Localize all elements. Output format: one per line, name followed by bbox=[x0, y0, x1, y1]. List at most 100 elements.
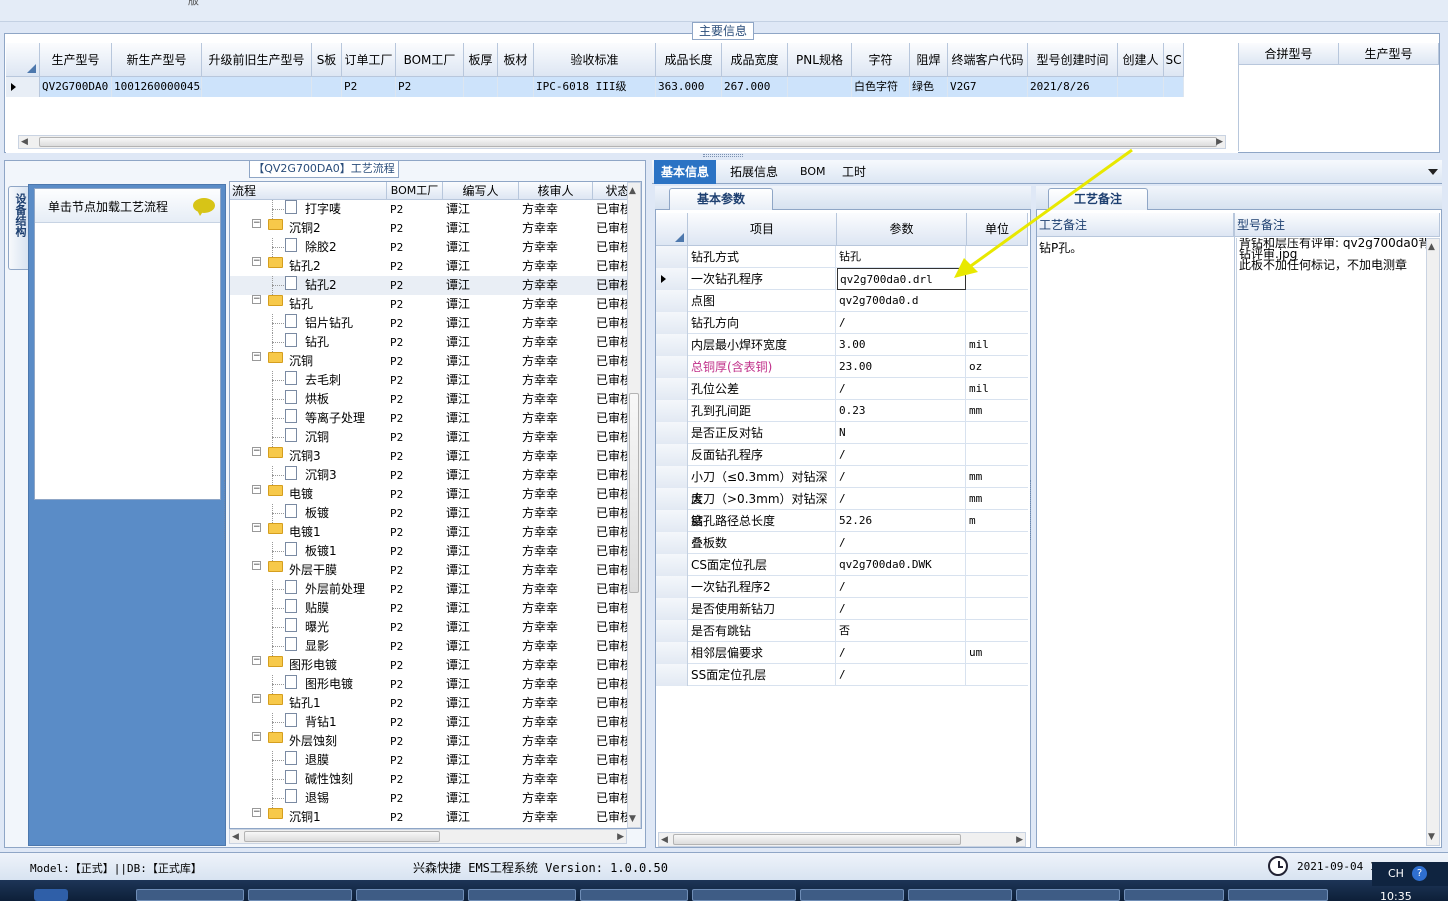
taskbar-app-1[interactable] bbox=[136, 889, 244, 901]
main-cell-4[interactable]: P2 bbox=[342, 77, 396, 97]
tree-row[interactable]: − 外层蚀刻 P2 谭江 方幸幸 已审核 bbox=[230, 732, 632, 751]
param-row-indicator[interactable] bbox=[656, 488, 688, 510]
main-cell-7[interactable] bbox=[498, 77, 534, 97]
collapse-icon[interactable]: − bbox=[252, 257, 261, 266]
param-value[interactable]: / bbox=[837, 466, 966, 488]
param-row[interactable]: 是否使用新钻刀 / bbox=[656, 598, 1028, 620]
main-col-header-10[interactable]: 成品宽度 bbox=[722, 43, 788, 77]
tree-row[interactable]: 外层前处理 P2 谭江 方幸幸 已审核 bbox=[230, 580, 632, 599]
taskbar-app-11[interactable] bbox=[1228, 889, 1328, 901]
param-row-indicator[interactable] bbox=[656, 554, 688, 576]
param-row-indicator[interactable] bbox=[656, 576, 688, 598]
tray-language[interactable]: CH ? bbox=[1372, 862, 1448, 886]
main-col-header-13[interactable]: 阻焊 bbox=[910, 43, 948, 77]
main-col-header-0[interactable]: 生产型号 bbox=[40, 43, 112, 77]
param-row[interactable]: 孔位公差 / mil bbox=[656, 378, 1028, 400]
collapse-icon[interactable]: − bbox=[252, 732, 261, 741]
param-row[interactable]: 孔到孔间距 0.23 mm bbox=[656, 400, 1028, 422]
main-col-header-4[interactable]: 订单工厂 bbox=[342, 43, 396, 77]
help-icon[interactable]: ? bbox=[1412, 866, 1427, 881]
params-vsplit-grip[interactable] bbox=[1030, 480, 1034, 540]
param-value[interactable]: / bbox=[837, 312, 966, 334]
tab-basic-info[interactable]: 基本信息 bbox=[654, 160, 716, 184]
collapse-icon[interactable]: − bbox=[252, 694, 261, 703]
tree-row[interactable]: − 外层干膜 P2 谭江 方幸幸 已审核 bbox=[230, 561, 632, 580]
main-cell-11[interactable] bbox=[788, 77, 852, 97]
tree-row[interactable]: 沉铜3 P2 谭江 方幸幸 已审核 bbox=[230, 466, 632, 485]
param-row[interactable]: 叠板数 / bbox=[656, 532, 1028, 554]
tree-row[interactable]: 沉铜 P2 谭江 方幸幸 已审核 bbox=[230, 428, 632, 447]
tree-row[interactable]: 碱性蚀刻 P2 谭江 方幸幸 已审核 bbox=[230, 770, 632, 789]
side-tab-device-structure[interactable]: 设备结构 bbox=[8, 186, 28, 270]
main-cell-17[interactable] bbox=[1164, 77, 1184, 97]
param-value[interactable]: / bbox=[837, 576, 966, 598]
param-row-indicator[interactable] bbox=[656, 312, 688, 334]
collapse-icon[interactable]: − bbox=[252, 447, 261, 456]
tree-row[interactable]: 烘板 P2 谭江 方幸幸 已审核 bbox=[230, 390, 632, 409]
main-cell-12[interactable]: 白色字符 bbox=[852, 77, 910, 97]
taskbar-app-10[interactable] bbox=[1124, 889, 1224, 901]
main-col-header-15[interactable]: 型号创建时间 bbox=[1028, 43, 1118, 77]
tree-row[interactable]: 等离子处理 P2 谭江 方幸幸 已审核 bbox=[230, 409, 632, 428]
tree-row[interactable]: 板镀 P2 谭江 方幸幸 已审核 bbox=[230, 504, 632, 523]
param-value[interactable]: / bbox=[837, 664, 966, 686]
collapse-icon[interactable]: − bbox=[252, 485, 261, 494]
main-info-grid[interactable]: 生产型号 新生产型号 升级前旧生产型号 S板 订单工厂 BOM工厂 板厚 板材 验收标准 成品长度… bbox=[6, 43, 1238, 153]
param-value[interactable]: / bbox=[837, 598, 966, 620]
tree-row[interactable]: 退膜 P2 谭江 方幸幸 已审核 bbox=[230, 751, 632, 770]
param-value[interactable]: N bbox=[837, 422, 966, 444]
param-value[interactable]: / bbox=[837, 378, 966, 400]
param-row[interactable]: 内层最小焊环宽度 3.00 mil bbox=[656, 334, 1028, 356]
collapse-icon[interactable]: − bbox=[252, 352, 261, 361]
model-remark-vscroll[interactable]: ▲ ▼ bbox=[1426, 238, 1440, 846]
model-remark-box[interactable]: 背钻和层压有评审: qv2g700da0背 钻评审.jpg 此板不加任何标记，不… bbox=[1236, 238, 1426, 846]
tab-dropdown-arrow[interactable] bbox=[1428, 169, 1438, 175]
tree-row[interactable]: − 沉铜3 P2 谭江 方幸幸 已审核 bbox=[230, 447, 632, 466]
main-cell-2[interactable] bbox=[202, 77, 312, 97]
param-row-indicator[interactable] bbox=[656, 268, 688, 290]
main-info-data-row[interactable]: QV2G700DA0 10012600000455 P2 P2 IPC-6018 III… bbox=[40, 77, 1184, 97]
param-row[interactable]: 钻孔方向 / bbox=[656, 312, 1028, 334]
tree-row[interactable]: − 钻孔 P2 谭江 方幸幸 已审核 bbox=[230, 295, 632, 314]
tree-row[interactable]: − 沉铜1 P2 谭江 方幸幸 已审核 bbox=[230, 808, 632, 827]
main-col-header-5[interactable]: BOM工厂 bbox=[396, 43, 464, 77]
tree-row[interactable]: − 沉铜2 P2 谭江 方幸幸 已审核 bbox=[230, 219, 632, 238]
main-cell-10[interactable]: 267.000 bbox=[722, 77, 788, 97]
tree-row[interactable]: 打字唛 P2 谭江 方幸幸 已审核 bbox=[230, 200, 632, 219]
tree-row[interactable]: − 图形电镀 P2 谭江 方幸幸 已审核 bbox=[230, 656, 632, 675]
tab-extended-info[interactable]: 拓展信息 bbox=[726, 160, 782, 184]
param-value[interactable]: / bbox=[837, 532, 966, 554]
param-row[interactable]: 反面钻孔程序 / bbox=[656, 444, 1028, 466]
main-cell-3[interactable] bbox=[312, 77, 342, 97]
collapse-icon[interactable]: − bbox=[252, 808, 261, 817]
main-cell-13[interactable]: 绿色 bbox=[910, 77, 948, 97]
param-value[interactable]: / bbox=[837, 642, 966, 664]
tree-row[interactable]: − 钻孔1 P2 谭江 方幸幸 已审核 bbox=[230, 694, 632, 713]
params-hscroll-thumb[interactable] bbox=[673, 834, 961, 845]
tree-vscroll-thumb[interactable] bbox=[629, 393, 639, 593]
param-row[interactable]: 是否正反对钻 N bbox=[656, 422, 1028, 444]
param-row-indicator[interactable] bbox=[656, 664, 688, 686]
main-col-header-12[interactable]: 字符 bbox=[852, 43, 910, 77]
main-col-header-8[interactable]: 验收标准 bbox=[534, 43, 656, 77]
params-grid[interactable]: 项目 参数 单位 钻孔方式 钻孔 一次钻孔程序 qv2g700da0.drl 点图 qv2… bbox=[656, 213, 1028, 833]
collapse-icon[interactable]: − bbox=[252, 656, 261, 665]
main-col-header-17[interactable]: SC bbox=[1164, 43, 1184, 77]
param-row-indicator[interactable] bbox=[656, 378, 688, 400]
param-row[interactable]: 总铜厚(含表铜) 23.00 oz bbox=[656, 356, 1028, 378]
tree-row[interactable]: − 电镀 P2 谭江 方幸幸 已审核 bbox=[230, 485, 632, 504]
tree-row[interactable]: − 电镀1 P2 谭江 方幸幸 已审核 bbox=[230, 523, 632, 542]
param-value[interactable]: / bbox=[837, 488, 966, 510]
collapse-icon[interactable]: − bbox=[252, 295, 261, 304]
param-row-indicator[interactable] bbox=[656, 466, 688, 488]
tab-work-hours[interactable]: 工时 bbox=[838, 160, 870, 184]
left-splitter-grip[interactable] bbox=[224, 480, 228, 540]
tree-row[interactable]: 图形电镀 P2 谭江 方幸幸 已审核 bbox=[230, 675, 632, 694]
param-row-indicator[interactable] bbox=[656, 290, 688, 312]
param-row-indicator[interactable] bbox=[656, 422, 688, 444]
param-value[interactable]: / bbox=[837, 444, 966, 466]
main-col-header-6[interactable]: 板厚 bbox=[464, 43, 498, 77]
param-row-indicator[interactable] bbox=[656, 532, 688, 554]
start-orb[interactable] bbox=[34, 889, 68, 901]
tree-vscroll[interactable]: ▲ ▼ bbox=[627, 182, 641, 828]
